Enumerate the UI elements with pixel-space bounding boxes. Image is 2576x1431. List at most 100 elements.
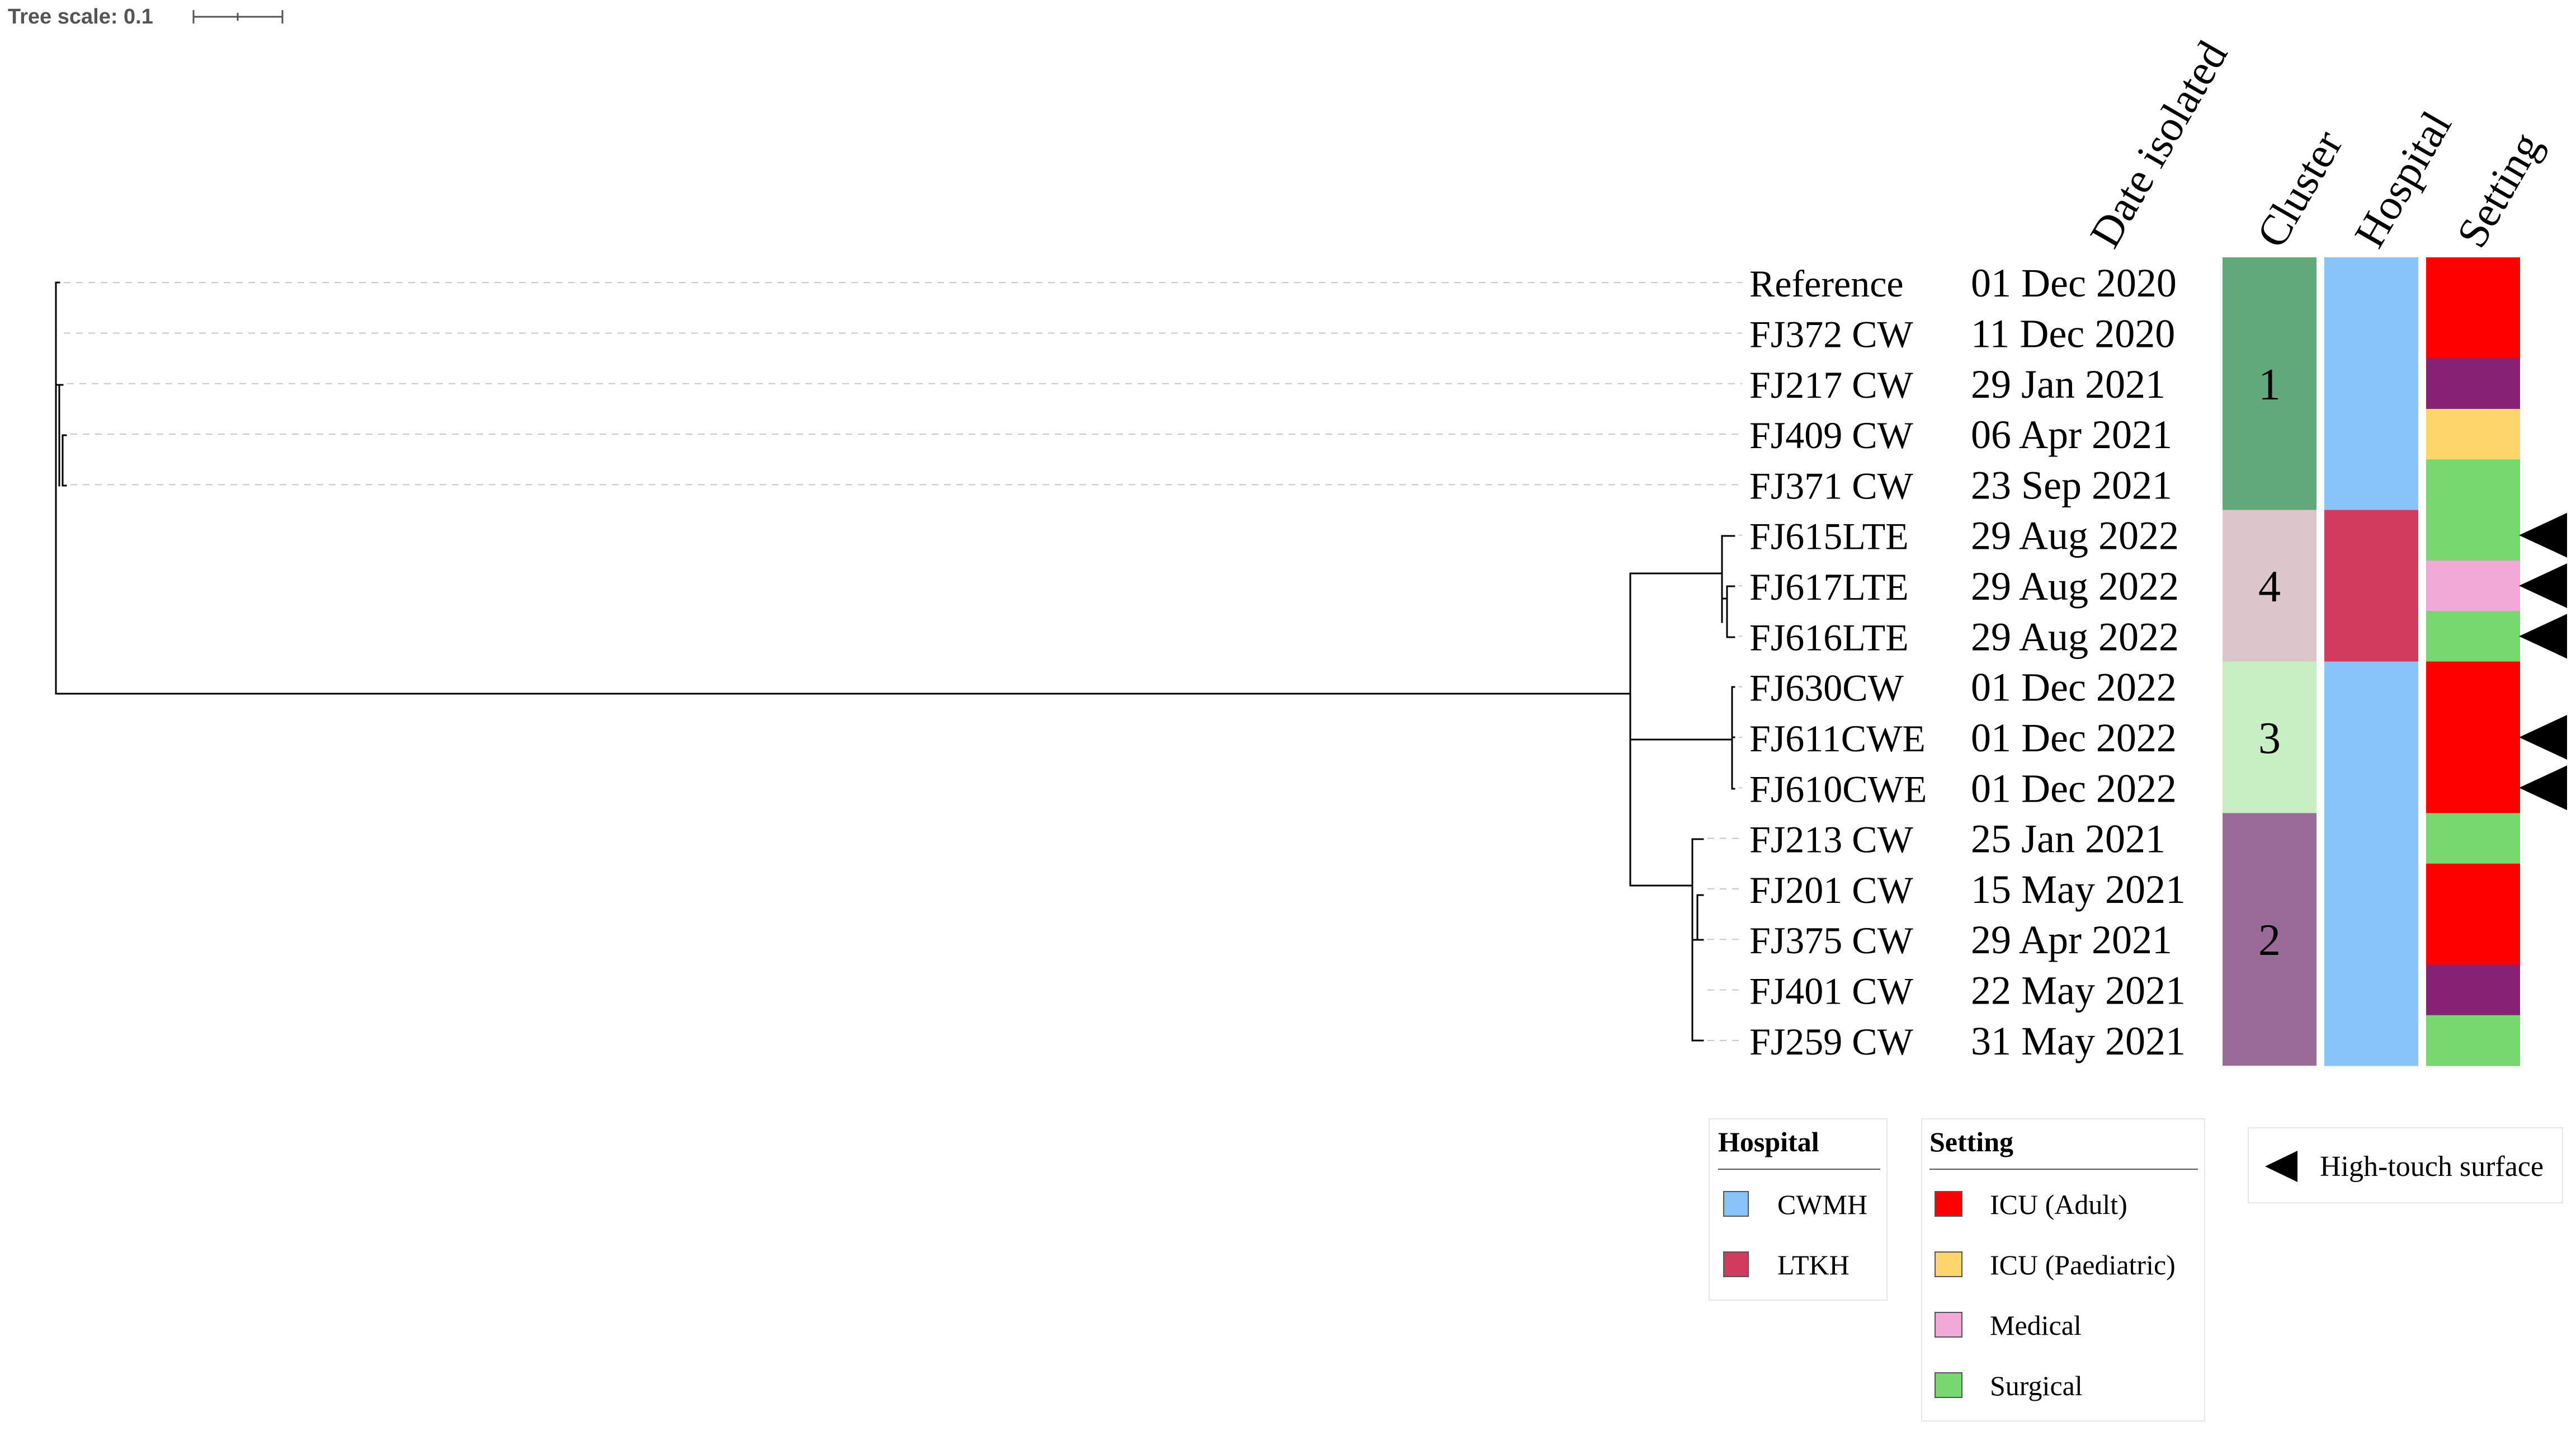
hospital-cell [2324,358,2418,409]
date-label: 29 Apr 2021 [1971,917,2172,962]
phylogenetic-tree-figure: Tree scale: 0.1 Reference FJ372 CW FJ217 C… [0,0,2576,1431]
setting-legend-item: ICU (Paediatric) [1990,1249,2176,1281]
date-label: 01 Dec 2022 [1971,766,2177,811]
hospital-cell [2324,813,2418,864]
setting-cell [2426,813,2520,864]
marker-legend: High-touch surface [2248,1127,2563,1203]
tip-label: FJ213 CW [1749,818,1914,861]
root-branch [55,281,1631,695]
date-label: 01 Dec 2020 [1971,261,2177,305]
tree-branches [55,281,1735,1042]
setting-cell [2426,308,2520,359]
hospital-cell [2324,661,2418,713]
setting-cell [2426,964,2520,1016]
setting-legend-swatch [1935,1191,1962,1217]
tip-label: FJ616LTE [1749,616,1909,658]
date-label: 06 Apr 2021 [1971,412,2172,457]
setting-legend-swatch [1935,1372,1962,1398]
hospital-legend-swatch [1723,1251,1749,1277]
high-touch-markers [2519,512,2567,811]
tip-label: FJ217 CW [1749,364,1914,406]
setting-cell [2426,1015,2520,1066]
date-label: 29 Jan 2021 [1971,362,2165,407]
high-touch-arrow-icon [2519,765,2567,811]
tip-label: FJ617LTE [1749,566,1909,608]
date-label: 22 May 2021 [1971,968,2186,1013]
hospital-cell [2324,863,2418,915]
cluster-label: 1 [2258,360,2281,409]
date-label: 01 Dec 2022 [1971,716,2177,760]
cluster-label: 3 [2258,714,2281,763]
tip-label: FJ630CW [1749,667,1904,709]
setting-cell [2426,408,2520,460]
cluster-1-branch [55,384,67,487]
setting-legend-item: Medical [1990,1310,2082,1341]
hospital-legend-item: CWMH [1777,1189,1867,1220]
setting-legend-item: Surgical [1990,1370,2083,1401]
marker-legend-label: High-touch surface [2320,1151,2544,1183]
hospital-strip [2324,257,2418,1066]
high-touch-arrow-icon [2519,563,2567,609]
hospital-cell [2324,257,2418,308]
hospital-header: Hospital [2344,103,2461,255]
hospital-legend-title: Hospital [1718,1126,1819,1157]
cluster-label: 4 [2258,562,2281,611]
tip-label: FJ409 CW [1749,414,1914,456]
setting-legend: Setting ICU (Adult) ICU (Paediatric) Medic… [1921,1118,2205,1421]
setting-cell [2426,560,2520,611]
cluster-4-branch [1629,535,1735,638]
setting-cell [2426,459,2520,511]
hospital-legend: Hospital CWMH LTKH [1709,1118,1888,1301]
date-isolated-header: Date isolated [2080,32,2237,255]
cluster-strip: 1 4 3 2 [2223,257,2316,1066]
cluster-label: 2 [2258,916,2281,965]
setting-cell [2426,611,2520,662]
setting-strip [2426,257,2520,1066]
tip-label: FJ401 CW [1749,970,1914,1013]
high-touch-arrow-icon [2519,714,2567,760]
high-touch-arrow-icon [2519,512,2567,558]
hospital-cell [2324,459,2418,511]
setting-cell [2426,358,2520,409]
date-label: 25 Jan 2021 [1971,817,2165,862]
hospital-cell [2324,964,2418,1016]
hospital-cell [2324,560,2418,611]
tip-labels: Reference FJ372 CW FJ217 CW FJ409 CW FJ371 C… [1749,262,1927,1063]
date-label: 01 Dec 2022 [1971,665,2177,710]
hospital-cell [2324,308,2418,359]
setting-header: Setting [2447,124,2551,256]
setting-cell [2426,863,2520,915]
tip-label: FJ371 CW [1749,464,1914,507]
setting-legend-swatch [1935,1312,1962,1338]
hospital-cell [2324,510,2418,561]
tree-scale-bar [192,10,284,23]
hospital-cell [2324,712,2418,763]
setting-cell [2426,661,2520,713]
hospital-cell [2324,1015,2418,1066]
hospital-legend-swatch [1723,1191,1749,1217]
date-label: 29 Aug 2022 [1971,614,2179,659]
date-label: 15 May 2021 [1971,867,2186,912]
date-label: 31 May 2021 [1971,1019,2186,1063]
tip-label: FJ372 CW [1749,313,1914,355]
date-label: 29 Aug 2022 [1971,514,2179,558]
tip-label: FJ259 CW [1749,1020,1914,1063]
tip-label: FJ611CWE [1749,717,1926,760]
tip-label: FJ615LTE [1749,515,1909,558]
date-label: 23 Sep 2021 [1971,463,2172,507]
cluster-3-branch [1629,686,1735,790]
hospital-cell [2324,408,2418,460]
high-touch-arrow-icon [2519,614,2567,659]
setting-cell [2426,762,2520,814]
setting-legend-swatch [1935,1251,1962,1277]
setting-cell [2426,510,2520,561]
setting-legend-item: ICU (Adult) [1990,1189,2127,1220]
setting-cell [2426,712,2520,763]
setting-legend-title: Setting [1929,1126,2013,1157]
hospital-cell [2324,762,2418,814]
tip-label: FJ610CWE [1749,768,1927,810]
setting-cell [2426,257,2520,308]
hospital-cell [2324,611,2418,662]
date-labels: 01 Dec 2020 11 Dec 2020 29 Jan 2021 06 Apr … [1971,261,2186,1063]
hospital-legend-item: LTKH [1777,1249,1850,1281]
